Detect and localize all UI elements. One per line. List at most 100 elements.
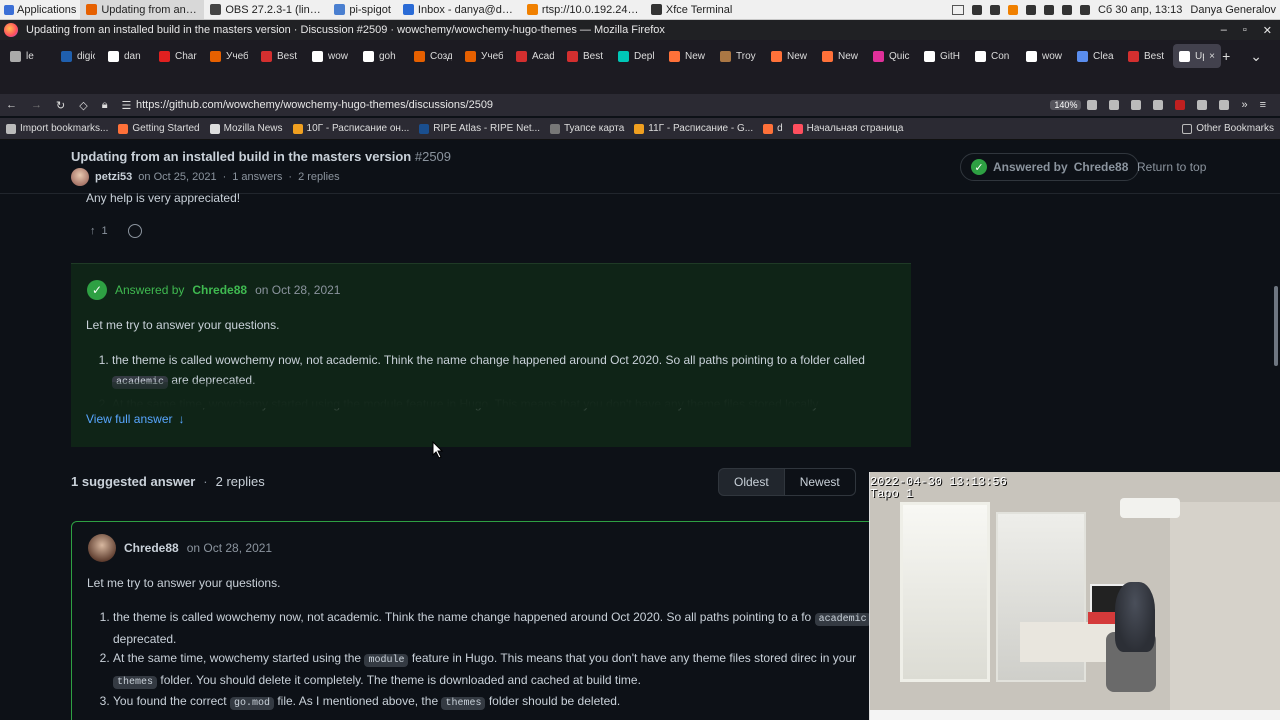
browser-tab[interactable]: Clea bbox=[1071, 44, 1121, 68]
zoom-indicator[interactable]: 140% bbox=[1050, 100, 1082, 110]
browser-tab[interactable]: New bbox=[663, 44, 713, 68]
bookmark-item[interactable]: d bbox=[763, 123, 783, 134]
url-text[interactable]: https://github.com/wowchemy/wowchemy-hug… bbox=[136, 99, 493, 111]
clock[interactable]: Сб 30 апр, 13:13 bbox=[1098, 4, 1182, 16]
browser-tab[interactable]: Созд bbox=[408, 44, 458, 68]
comment-author-link[interactable]: Chrede88 bbox=[124, 541, 179, 555]
browser-tab[interactable]: wow bbox=[306, 44, 356, 68]
extension-red-icon[interactable] bbox=[1175, 100, 1186, 110]
puzzle-icon[interactable] bbox=[1219, 100, 1230, 110]
browser-tab[interactable]: digicert bbox=[55, 44, 101, 68]
browser-tab[interactable]: New bbox=[816, 44, 866, 68]
taskbar-item[interactable]: Updating from an in... bbox=[80, 0, 205, 19]
sync-icon[interactable] bbox=[1197, 100, 1208, 110]
workspace-switcher[interactable] bbox=[951, 4, 964, 15]
bookmark-item[interactable]: 11Г - Расписание - G... bbox=[634, 123, 753, 134]
browser-tab[interactable]: Char bbox=[153, 44, 203, 68]
notification-icon[interactable] bbox=[1079, 4, 1090, 15]
menu-icon[interactable]: ≡ bbox=[1260, 99, 1266, 111]
upvote-button[interactable]: ↑ 1 bbox=[86, 223, 112, 239]
maximize-icon[interactable]: ▫ bbox=[1243, 24, 1247, 37]
browser-tab[interactable]: dan bbox=[102, 44, 152, 68]
shield-icon[interactable] bbox=[989, 4, 1000, 15]
pocket-icon[interactable] bbox=[1131, 100, 1142, 110]
browser-tab[interactable]: Troy bbox=[714, 44, 764, 68]
overflow-icon[interactable]: » bbox=[1241, 99, 1247, 111]
sort-toggle: Oldest Newest bbox=[718, 468, 856, 496]
browser-tab[interactable]: wow bbox=[1020, 44, 1070, 68]
bluetooth-icon[interactable] bbox=[971, 4, 982, 15]
suggested-answer-comment: Chrede88 on Oct 28, 2021 Let me try to a… bbox=[71, 521, 911, 720]
answer-author-link[interactable]: Chrede88 bbox=[192, 283, 247, 297]
close-window-icon[interactable]: ✕ bbox=[1263, 24, 1272, 37]
network-icon[interactable] bbox=[1025, 4, 1036, 15]
comment-date[interactable]: on Oct 28, 2021 bbox=[187, 541, 272, 555]
permissions-icon[interactable]: ☰ bbox=[122, 99, 132, 112]
comment-item-text: At the same time, wowchemy started using… bbox=[113, 651, 362, 665]
reload-icon[interactable]: ↻ bbox=[56, 99, 65, 112]
browser-tab[interactable]: Учеб bbox=[459, 44, 509, 68]
taskbar-item[interactable]: pi-spigot bbox=[328, 0, 397, 19]
volume-icon[interactable] bbox=[1043, 4, 1054, 15]
new-tab-icon[interactable]: + bbox=[1222, 48, 1230, 65]
sort-oldest-button[interactable]: Oldest bbox=[718, 468, 785, 496]
back-icon[interactable]: ← bbox=[6, 99, 17, 111]
lock-icon[interactable]: 🔒︎ bbox=[102, 99, 108, 112]
page-scrollbar[interactable] bbox=[1272, 141, 1280, 471]
forward-icon[interactable]: → bbox=[31, 99, 42, 111]
avatar[interactable] bbox=[71, 168, 89, 186]
camera-person bbox=[1115, 582, 1155, 652]
browser-tab[interactable]: GitH bbox=[918, 44, 968, 68]
author-link[interactable]: petzi53 bbox=[95, 171, 132, 183]
answered-badge[interactable]: ✓ Answered by Chrede88 bbox=[960, 153, 1140, 181]
browser-tab[interactable]: Con bbox=[969, 44, 1019, 68]
add-reaction-icon[interactable] bbox=[127, 224, 142, 238]
view-full-answer-link[interactable]: View full answer ↓ bbox=[86, 412, 184, 426]
taskbar-item[interactable]: OBS 27.2.3-1 (linux) -... bbox=[204, 0, 328, 19]
answer-date[interactable]: on Oct 28, 2021 bbox=[255, 283, 340, 297]
vlc-icon[interactable] bbox=[1007, 4, 1018, 15]
browser-tab[interactable]: New bbox=[765, 44, 815, 68]
browser-tab[interactable]: Best bbox=[255, 44, 305, 68]
url-bar[interactable]: https://github.com/wowchemy/wowchemy-hug… bbox=[136, 95, 1087, 115]
close-tab-icon[interactable]: × bbox=[1209, 51, 1215, 62]
bookmark-item[interactable]: 10Г - Расписание он... bbox=[292, 123, 409, 134]
browser-tab[interactable]: Best bbox=[1122, 44, 1172, 68]
user-name[interactable]: Danya Generalov bbox=[1190, 4, 1276, 16]
other-bookmarks[interactable]: Other Bookmarks bbox=[1182, 123, 1274, 134]
sort-newest-button[interactable]: Newest bbox=[784, 468, 856, 496]
taskbar-item[interactable]: Inbox - danya@dany... bbox=[397, 0, 521, 19]
browser-tab[interactable]: Depl bbox=[612, 44, 662, 68]
extensions-grid-icon[interactable] bbox=[1087, 100, 1098, 110]
bookmark-item[interactable]: Начальная страница bbox=[792, 123, 903, 134]
browser-tab[interactable]: Acad bbox=[510, 44, 560, 68]
bookmark-item[interactable]: Import bookmarks... bbox=[6, 123, 108, 134]
tracking-shield-icon[interactable]: ◇ bbox=[79, 99, 87, 112]
discussion-date: on Oct 25, 2021 bbox=[138, 171, 217, 183]
bookmark-item[interactable]: Getting Started bbox=[118, 123, 200, 134]
battery-icon[interactable] bbox=[1061, 4, 1072, 15]
bookmark-item[interactable]: Mozilla News bbox=[209, 123, 283, 134]
minimize-icon[interactable]: – bbox=[1221, 24, 1227, 37]
camera-feed-overlay: 2022-04-30 13:13:56 Тapo 1 bbox=[869, 472, 1280, 720]
avatar[interactable] bbox=[88, 534, 116, 562]
bookmark-star-icon[interactable] bbox=[1109, 100, 1120, 110]
bookmark-item[interactable]: Туапсе карта bbox=[550, 123, 624, 134]
browser-tab[interactable]: goh bbox=[357, 44, 407, 68]
scrollbar-thumb[interactable] bbox=[1274, 286, 1278, 366]
bookmark-item[interactable]: RIPE Atlas - RIPE Net... bbox=[419, 123, 540, 134]
list-tabs-icon[interactable]: ⌄ bbox=[1250, 48, 1262, 65]
reader-icon[interactable] bbox=[1153, 100, 1164, 110]
browser-tab[interactable]: Учеб bbox=[204, 44, 254, 68]
return-to-top-link[interactable]: Return to top bbox=[1137, 160, 1206, 174]
applications-menu[interactable]: Applications bbox=[0, 0, 80, 19]
bookmark-label: 11Г - Расписание - G... bbox=[648, 123, 754, 134]
list-item: You found the correct go.mod file. As I … bbox=[113, 692, 903, 714]
browser-tab[interactable]: Best bbox=[561, 44, 611, 68]
browser-tab[interactable]: Quic bbox=[867, 44, 917, 68]
tab-label: Best bbox=[277, 50, 298, 62]
browser-tab[interactable]: Up × bbox=[1173, 44, 1221, 68]
taskbar-item[interactable]: Xfce Terminal bbox=[645, 0, 738, 19]
taskbar-item[interactable]: rtsp://10.0.192.242/st... bbox=[521, 0, 645, 19]
browser-tab[interactable]: le bbox=[4, 44, 54, 68]
